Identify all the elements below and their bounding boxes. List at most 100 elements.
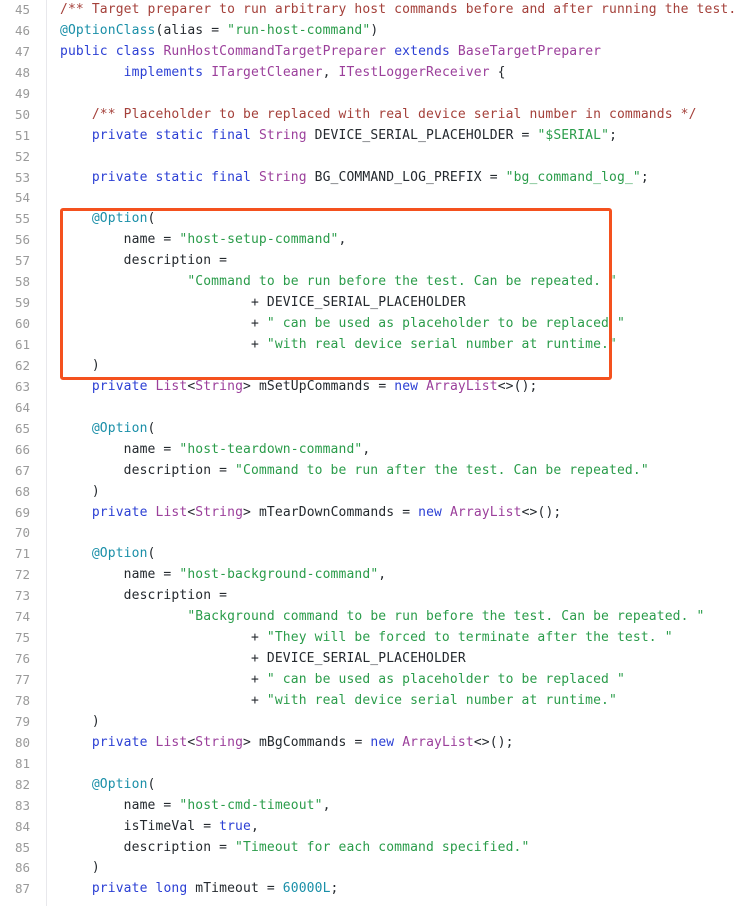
code-line[interactable]: 68 ) [0,482,740,503]
code-line[interactable]: 77 + " can be used as placeholder to be … [0,670,740,691]
token-type: ArrayList [402,734,474,750]
token-plain: description = [60,253,228,269]
code-line[interactable]: 84 isTimeVal = true, [0,817,740,838]
token-punct: ( [147,546,156,562]
code-line[interactable]: 65 @Option( [0,419,740,440]
line-number: 80 [14,734,30,750]
token-punct: > [243,734,252,750]
code-viewer[interactable]: 45 /** Target preparer to run arbitrary h… [0,0,740,906]
line-number: 57 [14,253,30,269]
code-line[interactable]: 62 ) [0,356,740,377]
token-punct: ; [609,127,618,143]
line-number: 60 [14,316,30,332]
token-punct: { [489,64,506,80]
line-number: 54 [14,190,30,206]
token-type: List [155,378,188,394]
code-line[interactable]: 48 implements ITargetCleaner, ITestLogge… [0,63,740,84]
line-content: description = [38,251,740,272]
code-line[interactable]: 57 description = [0,251,740,272]
token-string: "Timeout for each command specified." [235,839,530,855]
token-keyword: new [394,378,419,394]
line-content: implements ITargetCleaner, ITestLoggerRe… [38,63,740,84]
token-comment: /** Target preparer to run arbitrary hos… [60,2,740,17]
code-line[interactable]: 74 "Background command to be run before … [0,607,740,628]
line-number: 83 [14,797,30,813]
code-line[interactable]: 55 @Option( [0,209,740,230]
line-number: 62 [14,357,30,373]
code-line[interactable]: 70 [0,523,740,544]
line-content [38,188,740,209]
token-punct: , [338,232,347,248]
code-line[interactable]: 53 private static final String BG_COMMAN… [0,168,740,189]
code-line[interactable]: 58 "Command to be run before the test. C… [0,272,740,293]
code-line[interactable]: 59 + DEVICE_SERIAL_PLACEHOLDER [0,293,740,314]
code-line[interactable]: 61 + "with real device serial number at … [0,335,740,356]
line-number: 56 [14,232,30,248]
line-number: 67 [14,462,30,478]
code-line[interactable]: 47 public class RunHostCommandTargetPrepa… [0,42,740,63]
code-line[interactable]: 81 [0,754,740,775]
line-number: 69 [14,504,30,520]
token-punct: , [322,64,339,80]
line-content: + "with real device serial number at run… [38,335,740,356]
code-line[interactable]: 52 [0,147,740,168]
code-line[interactable]: 76 + DEVICE_SERIAL_PLACEHOLDER [0,649,740,670]
code-line[interactable]: 51 private static final String DEVICE_SE… [0,126,740,147]
code-line[interactable]: 80 private List<String> mBgCommands = ne… [0,733,740,754]
code-line[interactable]: 85 description = "Timeout for each comma… [0,838,740,859]
code-line[interactable]: 60 + " can be used as placeholder to be … [0,314,740,335]
code-line[interactable]: 56 name = "host-setup-command", [0,230,740,251]
code-line[interactable]: 86 ) [0,858,740,879]
code-line[interactable]: 50 /** Placeholder to be replaced with r… [0,105,740,126]
token-punct: ) [370,22,379,38]
code-line[interactable]: 87 private long mTimeout = 60000L; [0,879,740,900]
code-line[interactable]: 72 name = "host-background-command", [0,565,740,586]
token-string: "host-background-command" [179,567,379,583]
code-line[interactable]: 46 @OptionClass(alias = "run-host-command… [0,21,740,42]
line-content: + DEVICE_SERIAL_PLACEHOLDER [38,293,740,314]
code-line[interactable]: 83 name = "host-cmd-timeout", [0,796,740,817]
code-line[interactable]: 75 + "They will be forced to terminate a… [0,628,740,649]
line-number: 73 [14,588,30,604]
code-line[interactable]: 45 /** Target preparer to run arbitrary h… [0,0,740,21]
code-line[interactable]: 69 private List<String> mTearDownCommand… [0,503,740,524]
code-line[interactable]: 82 @Option( [0,775,740,796]
code-line[interactable]: 78 + "with real device serial number at … [0,691,740,712]
line-number: 46 [14,22,30,38]
code-line[interactable]: 73 description = [0,586,740,607]
token-plain: description = [60,462,236,478]
line-number: 68 [14,483,30,499]
line-number: 58 [14,274,30,290]
code-line[interactable]: 66 name = "host-teardown-command", [0,440,740,461]
token-keyword: private [91,504,148,520]
token-string: "$SERIAL" [537,127,610,143]
line-number: 87 [14,881,30,897]
token-anno: @Option [91,776,148,792]
code-line[interactable]: 54 [0,188,740,209]
token-type: ITestLoggerReceiver [338,64,490,80]
code-line[interactable]: 64 [0,398,740,419]
line-number: 49 [14,85,30,101]
token-punct: ; [640,169,649,185]
line-content: @OptionClass(alias = "run-host-command") [38,21,740,42]
token-keyword: extends [394,43,450,59]
code-line[interactable]: 71 @Option( [0,544,740,565]
code-line[interactable]: 67 description = "Command to be run afte… [0,461,740,482]
code-line[interactable]: 63 private List<String> mSetUpCommands =… [0,377,740,398]
token-type: String [195,734,244,750]
code-line[interactable]: 49 [0,84,740,105]
token-plain: name = [60,567,180,583]
code-line[interactable]: 79 ) [0,712,740,733]
line-content: private List<String> mSetUpCommands = ne… [38,377,740,398]
token-plain: DEVICE_SERIAL_PLACEHOLDER = [306,127,538,143]
token-plain: + [60,692,267,708]
token-keyword: new [418,504,442,520]
line-content: private List<String> mBgCommands = new A… [38,733,740,754]
